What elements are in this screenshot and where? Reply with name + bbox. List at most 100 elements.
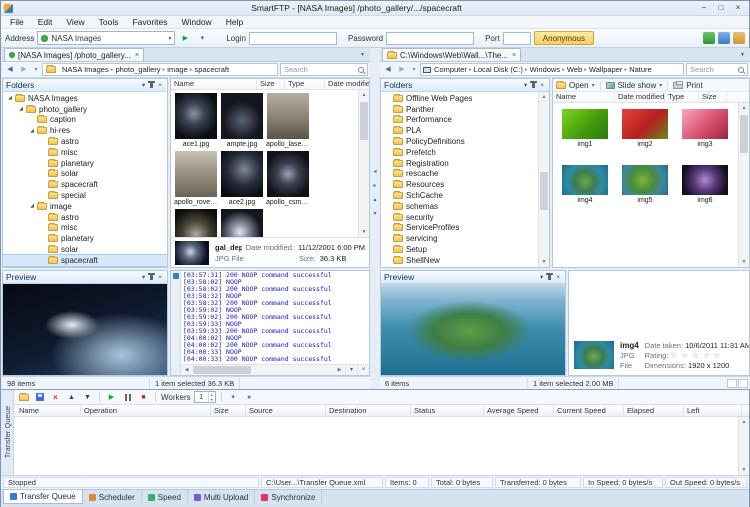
minimize-button[interactable]: – xyxy=(696,3,712,14)
address-combo[interactable]: NASA Images ▾ xyxy=(37,31,176,45)
menu-item-view[interactable]: View xyxy=(59,16,91,28)
column-header-size[interactable]: Size xyxy=(211,405,246,416)
tree-item[interactable]: schemas xyxy=(381,201,538,212)
scroll-down-icon[interactable]: ▼ xyxy=(739,465,749,475)
file-item[interactable]: img3 xyxy=(676,109,734,149)
file-item[interactable]: apollo_laser_refle... xyxy=(266,93,310,149)
close-panel-icon[interactable]: × xyxy=(156,274,164,281)
tree-item[interactable]: rescache xyxy=(381,169,538,180)
file-item[interactable]: ace1.jpg xyxy=(174,93,218,149)
help-icon[interactable] xyxy=(733,32,745,44)
tree-item[interactable]: astro xyxy=(3,136,167,147)
tree-item[interactable]: spacecraft xyxy=(3,253,167,267)
tree-item[interactable]: ◢ hi-res xyxy=(3,125,167,136)
anonymous-toggle-button[interactable]: Anonymous xyxy=(533,31,594,45)
history-dropdown-icon[interactable]: ▾ xyxy=(32,64,40,76)
file-item[interactable]: ace2.jpg xyxy=(220,151,264,207)
bottom-tab-transfer-queue[interactable]: Transfer Queue xyxy=(3,490,83,504)
horizontal-scrollbar[interactable]: ◀ ▶ ▾ × xyxy=(181,364,369,375)
scroll-down-icon[interactable]: ▼ xyxy=(539,257,549,267)
tree-item[interactable]: PLA xyxy=(381,125,538,136)
workers-stepper[interactable]: 1 ▲ ▼ xyxy=(193,391,216,403)
print-button[interactable]: Print xyxy=(686,81,702,90)
tree-item[interactable]: astro xyxy=(3,212,167,223)
menu-item-file[interactable]: File xyxy=(3,16,31,28)
expander-icon[interactable] xyxy=(39,139,47,145)
expander-icon[interactable] xyxy=(39,225,47,231)
search-input[interactable] xyxy=(690,65,736,74)
rating-stars[interactable]: ☆ ☆ ☆ ☆ ☆ xyxy=(671,351,722,360)
expander-icon[interactable] xyxy=(384,171,392,177)
breadcrumb-item[interactable]: image xyxy=(165,65,189,74)
settings-icon[interactable] xyxy=(718,32,730,44)
menu-item-help[interactable]: Help xyxy=(219,16,250,28)
scroll-left-icon[interactable]: ◀ xyxy=(181,365,192,375)
expander-icon[interactable] xyxy=(384,182,392,188)
chevron-down-icon[interactable]: ▾ xyxy=(659,82,662,89)
transfer-left-icon[interactable]: ◂ xyxy=(371,168,380,177)
tree-item[interactable]: SchCache xyxy=(381,190,538,201)
menu-item-edit[interactable]: Edit xyxy=(31,16,60,28)
tree-item[interactable]: misc xyxy=(3,147,167,158)
sync-down-icon[interactable]: ▾ xyxy=(371,210,380,219)
breadcrumb-item[interactable]: Wallpaper xyxy=(587,65,625,74)
login-field[interactable] xyxy=(248,31,337,45)
file-item[interactable]: img1 xyxy=(556,109,614,149)
maximize-button[interactable]: □ xyxy=(713,3,729,14)
expander-icon[interactable] xyxy=(384,128,392,134)
expander-icon[interactable] xyxy=(39,193,47,199)
expander-icon[interactable]: ◢ xyxy=(6,95,14,101)
column-header-source[interactable]: Source xyxy=(246,405,326,416)
auto-hide-pin-icon[interactable] xyxy=(546,273,554,280)
scroll-down-icon[interactable]: ▼ xyxy=(739,257,749,267)
expander-icon[interactable] xyxy=(39,160,47,166)
tree-item[interactable]: ServiceProfiles xyxy=(381,223,538,234)
auto-hide-pin-icon[interactable] xyxy=(530,81,538,88)
close-tab-icon[interactable]: × xyxy=(134,52,139,59)
expander-icon[interactable] xyxy=(39,149,47,155)
scroll-up-icon[interactable]: ▲ xyxy=(739,417,749,427)
close-tab-icon[interactable]: × xyxy=(511,52,516,59)
tree-item[interactable]: caption xyxy=(3,115,167,126)
column-header-date-modified[interactable]: Date modified xyxy=(615,92,665,102)
expander-icon[interactable] xyxy=(384,117,392,123)
file-item[interactable]: apollo_csm.jpg xyxy=(266,151,310,207)
column-header-destination[interactable]: Destination xyxy=(326,405,411,416)
file-item[interactable]: ampte.jpg xyxy=(220,93,264,149)
tree-item[interactable]: ◢ NASA Images xyxy=(3,93,167,104)
quick-connect-icon[interactable] xyxy=(703,32,715,44)
chevron-down-icon[interactable]: ▾ xyxy=(592,82,595,89)
scroll-up-icon[interactable]: ▲ xyxy=(739,103,749,113)
forward-icon[interactable]: ▶ xyxy=(396,64,408,76)
expander-icon[interactable] xyxy=(39,171,47,177)
expander-icon[interactable] xyxy=(384,106,392,112)
vertical-scrollbar[interactable]: ▲ ▼ xyxy=(538,92,549,267)
tree-item[interactable]: Prefetch xyxy=(381,147,538,158)
log-clear-icon[interactable]: × xyxy=(357,365,369,375)
password-field[interactable] xyxy=(386,31,475,45)
bottom-tab-synchronize[interactable]: Synchronize xyxy=(255,490,323,504)
breadcrumb-item[interactable]: photo_gallery xyxy=(113,65,162,74)
expander-icon[interactable] xyxy=(28,117,36,123)
column-header-current-speed[interactable]: Current Speed xyxy=(554,405,624,416)
tree-item[interactable]: ShellNew xyxy=(381,255,538,266)
scroll-up-icon[interactable]: ▲ xyxy=(359,90,369,100)
forward-icon[interactable]: ▶ xyxy=(18,64,30,76)
breadcrumb-item[interactable]: Computer xyxy=(432,65,469,74)
filter-icon[interactable]: ▾ xyxy=(227,391,240,404)
expander-icon[interactable]: ◢ xyxy=(17,106,25,112)
breadcrumb-item[interactable]: spacecraft xyxy=(192,65,231,74)
tree-item[interactable]: security xyxy=(381,212,538,223)
expander-icon[interactable] xyxy=(384,95,392,101)
vertical-scrollbar[interactable]: ▲ ▼ xyxy=(358,90,369,237)
tree-item[interactable]: planetary xyxy=(3,233,167,244)
expander-icon[interactable] xyxy=(384,225,392,231)
menu-item-tools[interactable]: Tools xyxy=(92,16,126,28)
tree-item[interactable]: PolicyDefinitions xyxy=(381,136,538,147)
expander-icon[interactable] xyxy=(384,160,392,166)
scrollbar-thumb[interactable] xyxy=(360,102,368,140)
tree-item[interactable]: Offline Web Pages xyxy=(381,93,538,104)
panel-menu-icon[interactable]: ▾ xyxy=(538,273,545,281)
column-header-date-modified[interactable]: Date modified xyxy=(325,79,369,89)
tree-item[interactable]: special xyxy=(3,190,167,201)
